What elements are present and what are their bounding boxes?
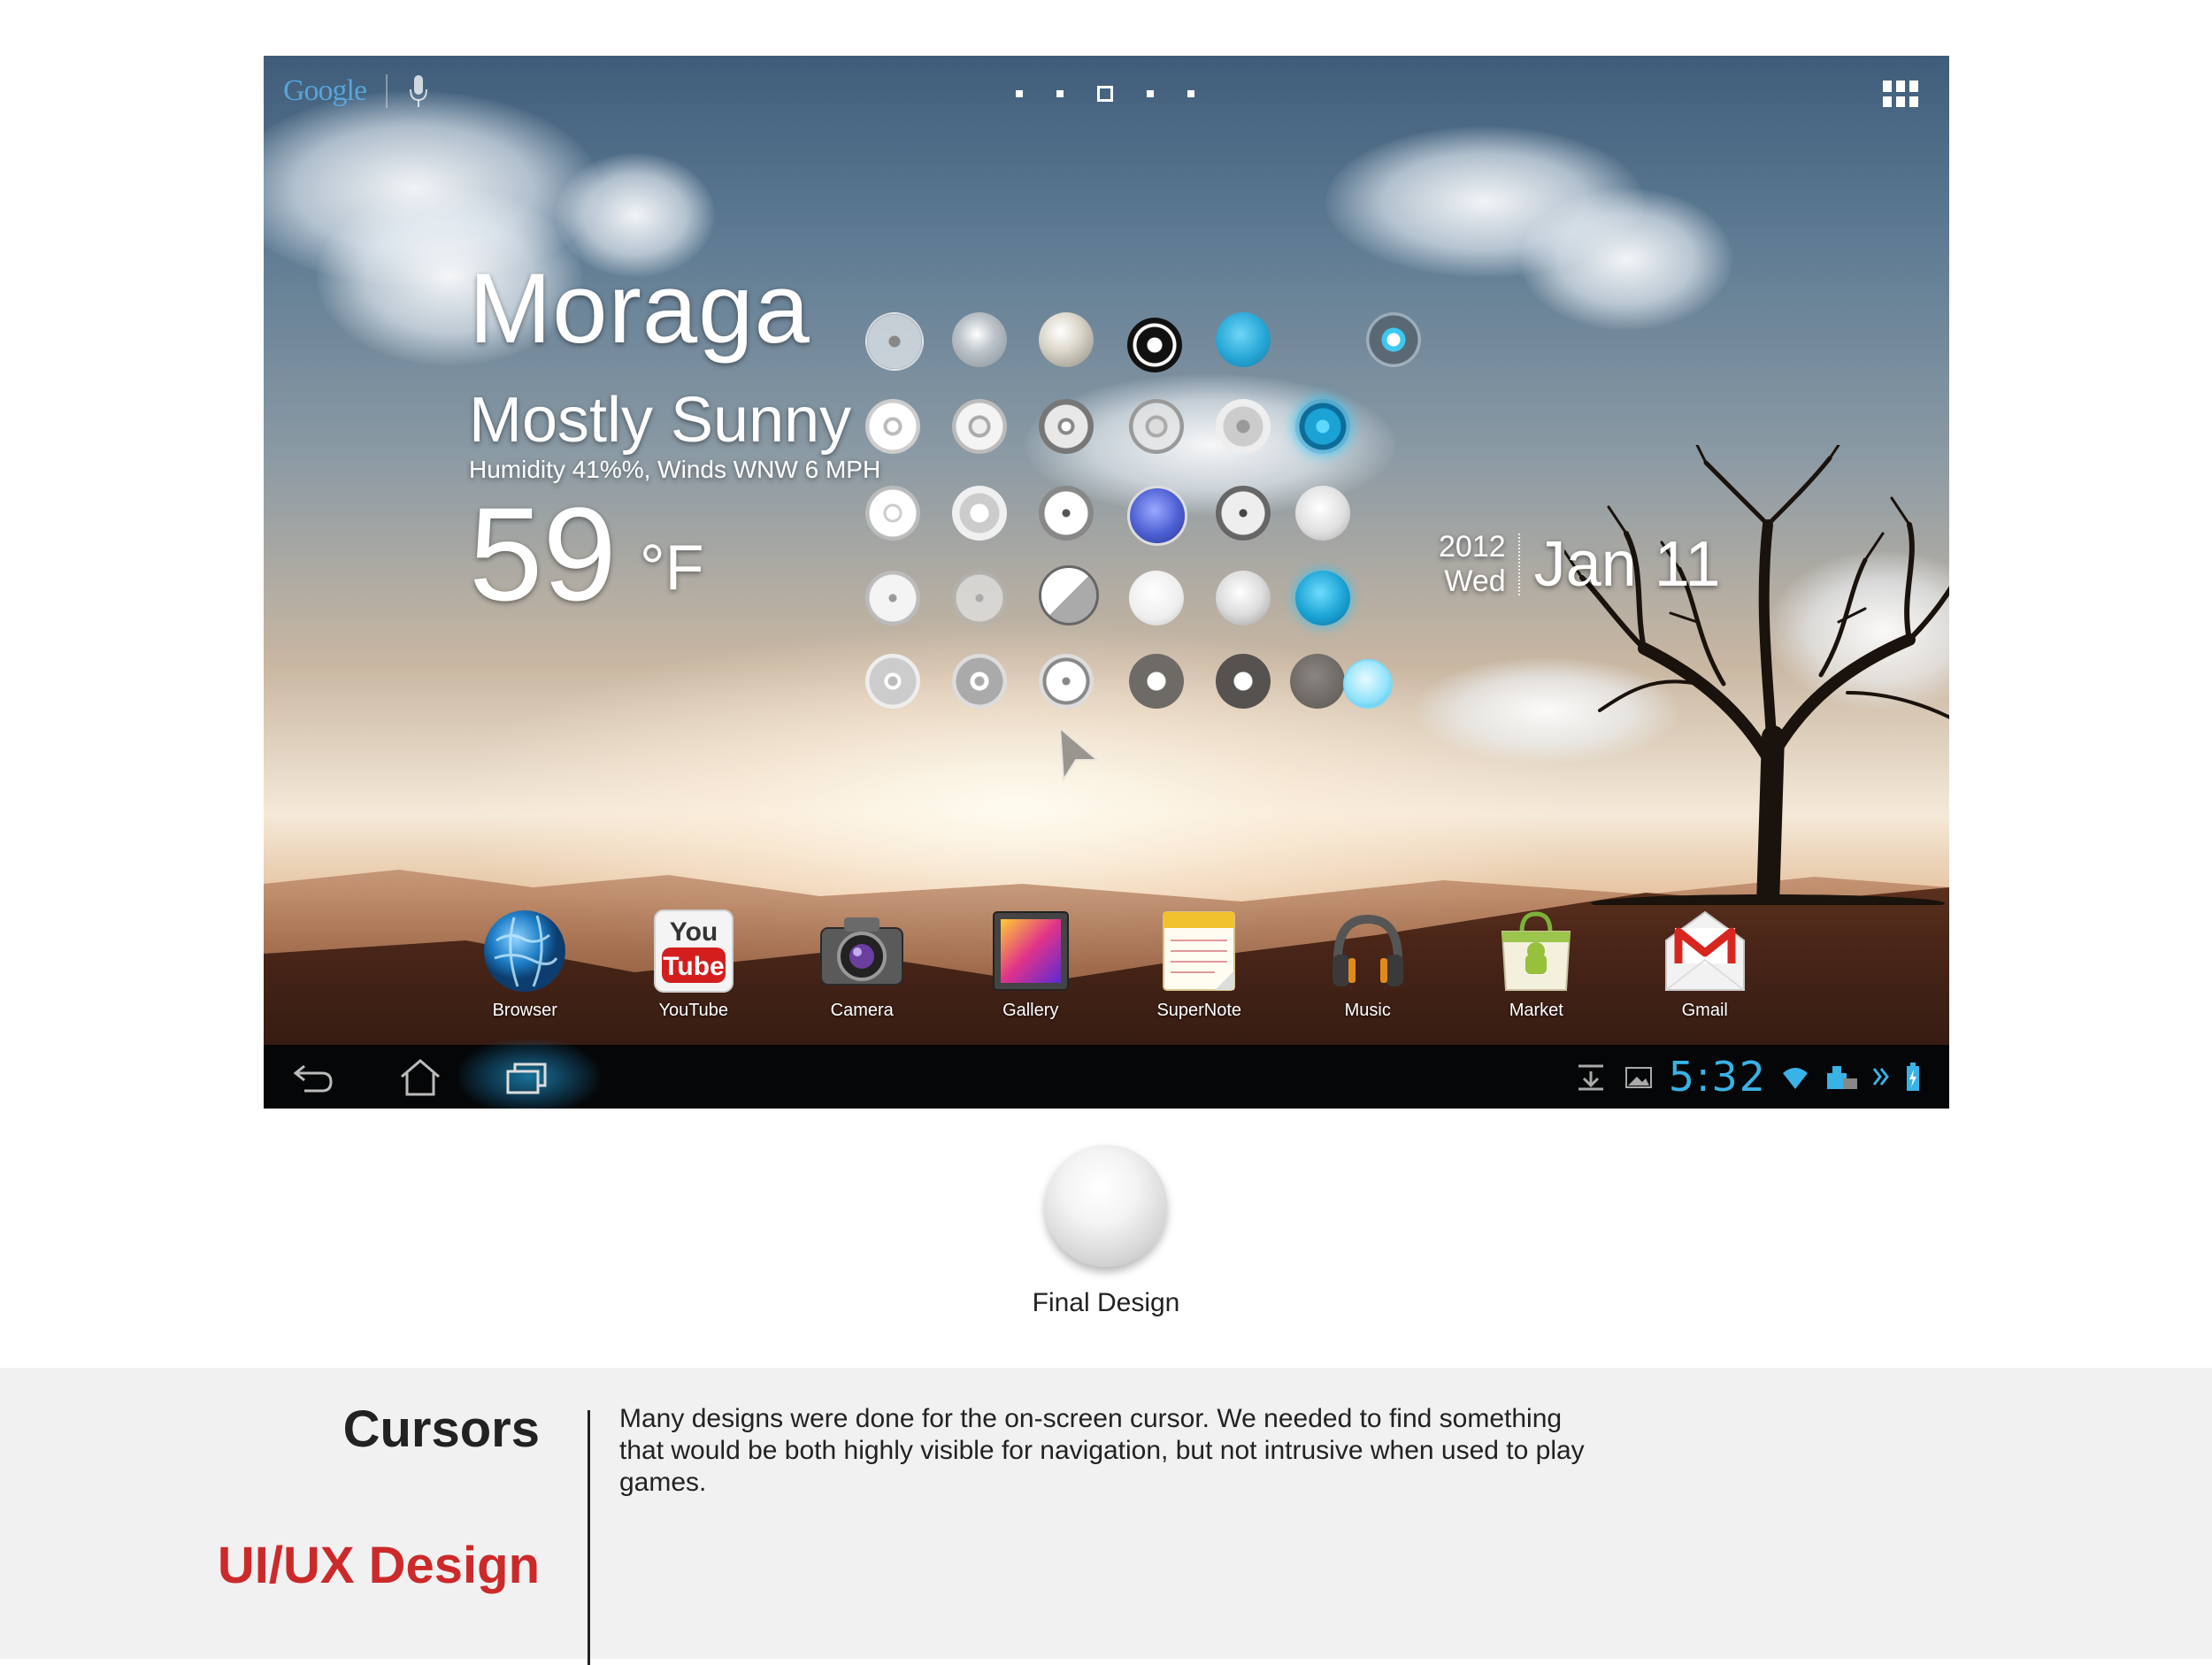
notepad-icon[interactable] <box>1153 905 1245 997</box>
youtube-icon-text-you: You <box>670 917 718 947</box>
recent-apps-icon[interactable] <box>495 1054 557 1100</box>
page-dot[interactable] <box>1016 90 1023 97</box>
dock-label: Camera <box>830 1001 894 1020</box>
dock-app-camera[interactable]: Camera <box>778 905 947 1038</box>
cursor-design-samples <box>865 312 1715 808</box>
cursor-sample <box>865 654 920 709</box>
dock-label: Music <box>1344 1001 1391 1020</box>
caption-divider <box>588 1410 590 1665</box>
gallery-icon[interactable] <box>985 905 1077 997</box>
cursor-sample <box>865 486 920 541</box>
dock-label: YouTube <box>658 1001 729 1020</box>
weather-condition: Mostly Sunny <box>469 385 852 456</box>
cursor-sample <box>1039 565 1099 625</box>
dock-app-browser[interactable]: Browser <box>441 905 610 1038</box>
dock-label: Market <box>1509 1001 1563 1020</box>
final-design-label: Final Design <box>1032 1288 1180 1317</box>
cursor-sample <box>1039 486 1094 541</box>
all-apps-grid-icon[interactable] <box>1883 81 1918 107</box>
page-indicator[interactable] <box>1016 86 1194 102</box>
arrow-cursor-icon <box>1058 725 1100 783</box>
page-dot[interactable] <box>1056 90 1064 97</box>
cursor-sample <box>952 571 1007 625</box>
chevron-right-icon <box>1872 1068 1889 1086</box>
caption-body: Many designs were done for the on-screen… <box>619 1404 1585 1497</box>
cursor-sample <box>1127 318 1182 372</box>
dock-app-gmail[interactable]: Gmail <box>1621 905 1790 1038</box>
weather-temperature: 59 °F <box>469 487 880 620</box>
temperature-unit: °F <box>639 533 704 603</box>
dock-app-music[interactable]: Music <box>1284 905 1453 1038</box>
google-logo[interactable]: Google <box>283 74 367 108</box>
system-bar: 5:32 <box>264 1040 1949 1109</box>
cursor-sample <box>952 654 1007 709</box>
status-clock[interactable]: 5:32 <box>1669 1053 1767 1101</box>
cursor-sample <box>1290 654 1345 709</box>
dock-app-market[interactable]: Market <box>1452 905 1621 1038</box>
cursor-sample <box>1216 654 1271 709</box>
market-bag-icon[interactable] <box>1490 905 1582 997</box>
cursor-sample <box>952 399 1007 454</box>
cursor-sample <box>1039 654 1094 709</box>
cursor-sample <box>952 312 1007 367</box>
weather-widget[interactable]: Moraga Mostly Sunny Humidity 41%%, Winds… <box>469 253 880 621</box>
download-notification-icon[interactable] <box>1573 1059 1609 1094</box>
cursor-sample <box>865 312 924 371</box>
cursor-sample <box>1129 654 1184 709</box>
back-icon[interactable] <box>285 1054 347 1100</box>
cursor-sample <box>1366 312 1421 367</box>
gmail-envelope-icon[interactable] <box>1659 905 1751 997</box>
cursor-sample <box>1127 486 1187 546</box>
cursor-sample <box>1129 571 1184 625</box>
battery-charging-icon <box>1907 1063 1919 1091</box>
cursor-sample <box>1129 399 1184 454</box>
cursor-sample <box>1216 486 1271 541</box>
final-cursor-design <box>1045 1145 1167 1267</box>
dock-label: Browser <box>492 1001 557 1020</box>
status-area[interactable]: 5:32 <box>1573 1045 1923 1109</box>
caption-band: Cursors UI/UX Design Many designs were d… <box>0 1368 2212 1665</box>
cursor-sample <box>1216 571 1271 625</box>
headphones-icon[interactable] <box>1322 905 1414 997</box>
weather-city: Moraga <box>469 253 810 364</box>
app-dock: Browser You Tube YouTube Camera Gallery … <box>441 905 1949 1038</box>
home-icon[interactable] <box>389 1054 451 1100</box>
dock-app-youtube[interactable]: You Tube YouTube <box>610 905 779 1038</box>
dock-app-supernote[interactable]: SuperNote <box>1115 905 1284 1038</box>
dock-label: Gallery <box>1002 1001 1059 1020</box>
cloud <box>1520 188 1732 330</box>
page-dot[interactable] <box>1187 90 1194 97</box>
cursor-sample <box>1343 659 1393 709</box>
caption-category: UI/UX Design <box>217 1537 540 1594</box>
dock-label: Gmail <box>1681 1001 1728 1020</box>
google-search-widget[interactable]: Google <box>283 73 430 109</box>
cursor-sample <box>1216 399 1271 454</box>
dock-label: SuperNote <box>1156 1001 1242 1020</box>
wifi-icon <box>1783 1068 1808 1089</box>
cursor-sample <box>865 571 920 625</box>
youtube-icon[interactable]: You Tube <box>648 905 740 997</box>
camera-icon[interactable] <box>816 905 908 997</box>
tablet-screenshot: Google Moraga Mostly Sunny Humidity 41%%… <box>264 56 1949 1109</box>
youtube-icon-text-tube: Tube <box>663 952 724 981</box>
cursor-sample <box>1295 571 1350 625</box>
cursor-sample <box>1039 312 1094 367</box>
temperature-value: 59 <box>469 480 617 628</box>
globe-icon[interactable] <box>479 905 571 997</box>
cursor-sample <box>952 486 1007 541</box>
search-divider <box>386 74 388 108</box>
microphone-icon[interactable] <box>407 73 430 109</box>
keyboard-dock-icon <box>1827 1066 1857 1089</box>
dock-app-gallery[interactable]: Gallery <box>947 905 1116 1038</box>
cursor-sample <box>1295 399 1350 454</box>
cursor-sample <box>1039 399 1094 454</box>
page-dot[interactable] <box>1147 90 1154 97</box>
cursor-sample <box>1295 486 1350 541</box>
cursor-sample <box>865 399 920 454</box>
page-dot-active[interactable] <box>1097 86 1113 102</box>
cursor-sample <box>1216 312 1271 367</box>
caption-title: Cursors <box>342 1400 540 1458</box>
screenshot-notification-icon[interactable] <box>1621 1059 1656 1094</box>
